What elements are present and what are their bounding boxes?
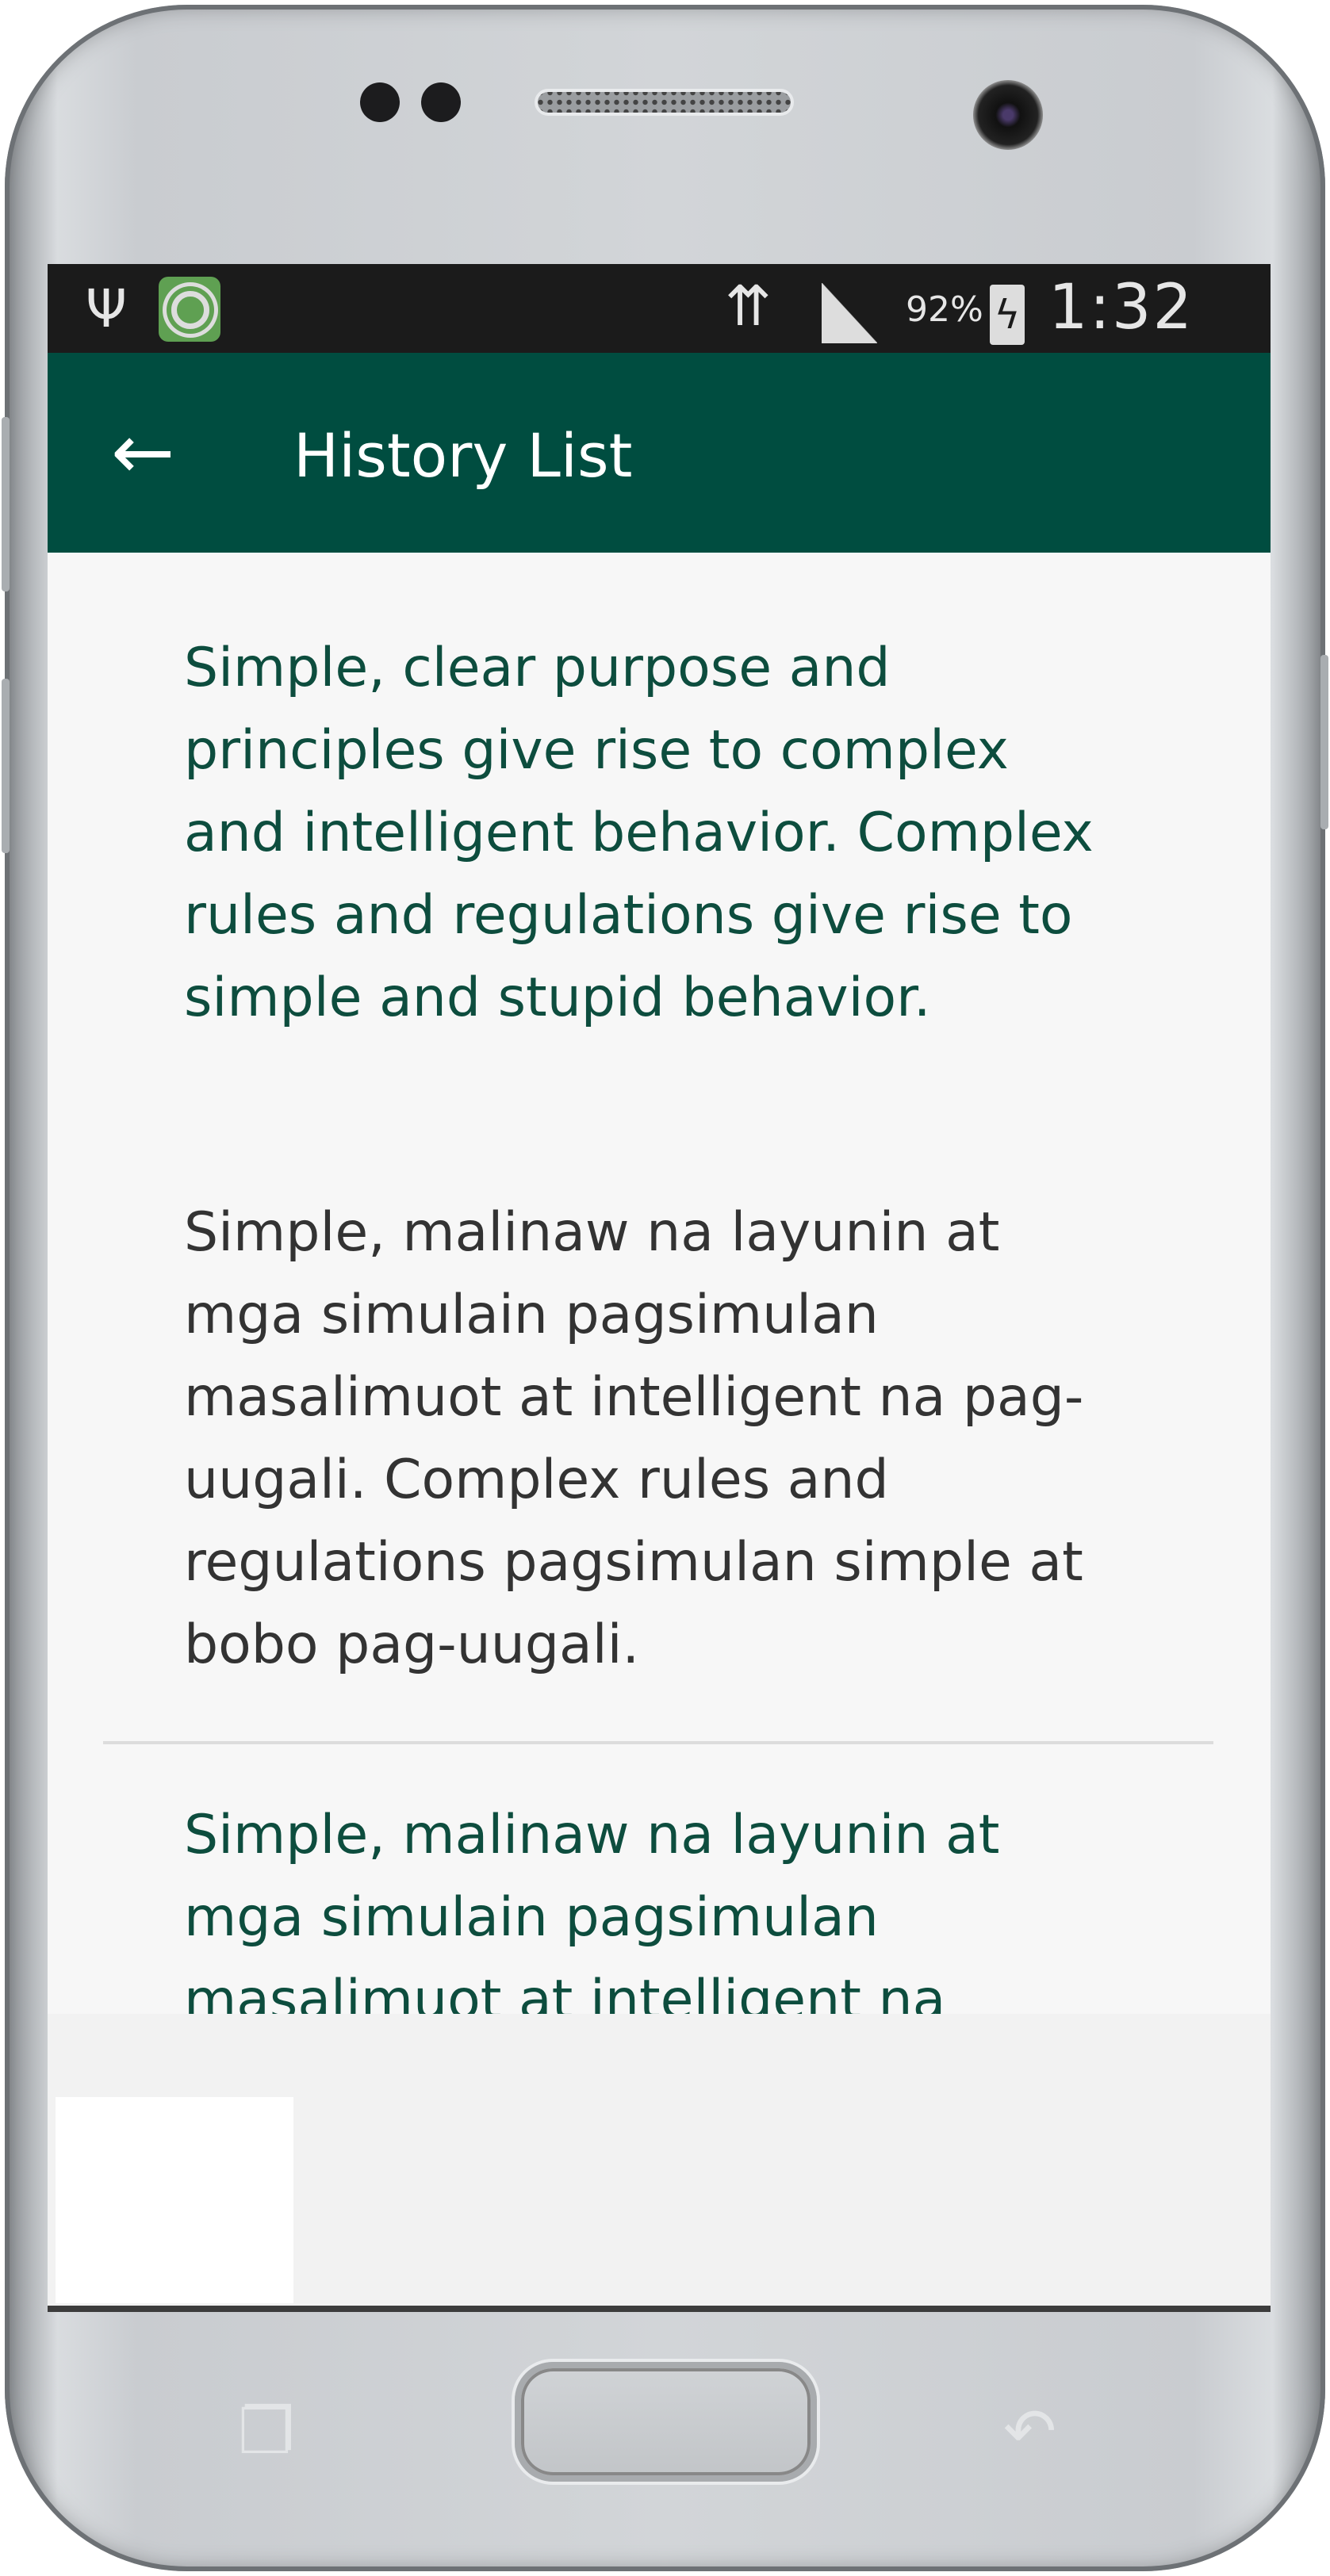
sensor-icon — [360, 82, 400, 122]
back-nav-icon[interactable]: ↶ — [1003, 2394, 1056, 2468]
ad-banner[interactable] — [48, 2014, 1271, 2306]
home-button[interactable] — [515, 2362, 817, 2482]
app-bar: ← History List — [48, 353, 1271, 553]
volume-button — [2, 417, 10, 591]
sensor-icon — [421, 82, 461, 122]
front-camera-icon — [973, 80, 1043, 150]
usb-icon: Ψ — [86, 278, 127, 339]
earpiece-speaker — [535, 89, 794, 116]
arrow-left-icon[interactable]: ← — [111, 408, 174, 496]
ad-image — [56, 2097, 293, 2303]
power-button — [1320, 655, 1328, 829]
wifi-icon: ⇈ — [725, 274, 772, 339]
battery-charging-icon: ϟ — [990, 285, 1025, 345]
signal-icon — [822, 283, 877, 343]
divider — [103, 1741, 1213, 1744]
battery-percent: 92% — [906, 289, 983, 330]
status-bar: Ψ ⇈ 92% ϟ 1:32 PM — [48, 264, 1271, 415]
screen: Ψ ⇈ 92% ϟ 1:32 PM ← History List Simple,… — [48, 264, 1271, 2312]
page-title: History List — [293, 420, 633, 491]
history-source-text[interactable]: Simple, malinaw na layunin at mga simula… — [184, 1794, 1104, 2042]
target-app-icon — [159, 277, 220, 342]
history-translation-text[interactable]: Simple, malinaw na layunin at mga simula… — [184, 1192, 1104, 1686]
history-source-text[interactable]: Simple, clear purpose and principles giv… — [184, 627, 1104, 1039]
recent-apps-icon[interactable]: ❐ — [238, 2394, 295, 2468]
volume-button — [2, 679, 10, 853]
